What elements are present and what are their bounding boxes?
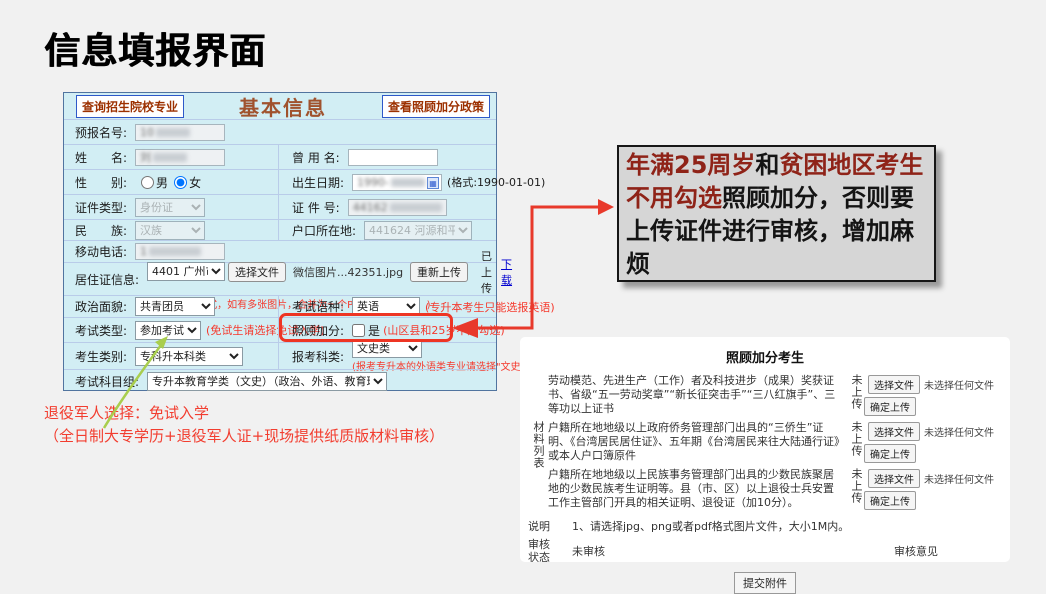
view-bonus-policy-button[interactable]: 查看照顾加分政策 [382, 95, 490, 118]
material-item-3-status: 未上传 [847, 468, 865, 510]
political-select[interactable]: 共青团员 [135, 297, 215, 316]
note-label: 说明 [528, 518, 558, 534]
birth-date-input[interactable]: 1990- ▦ [352, 174, 442, 191]
material-item-3-no-file-text: 未选择任何文件 [924, 471, 994, 486]
material-item-2-text: 户籍所在地地级以上政府侨务管理部门出具的“三侨生”证明、《台湾居民居住证》、五年… [548, 421, 844, 463]
row-category-subject: 考生类别: 专科升本科类 报考科类: 文史类 (报考专升本的外语类专业请选择"文… [64, 342, 496, 369]
gender-female-radio[interactable] [174, 176, 187, 189]
political-label: 政治面貌: [75, 298, 127, 315]
row-pre-reg-no: 预报名号: 10 [64, 119, 496, 144]
residence-reupload-button[interactable]: 重新上传 [410, 262, 468, 282]
id-no-label: 证 件 号: [292, 199, 340, 216]
residence-label: 居住证信息: [75, 271, 139, 288]
material-item-3: 户籍所在地地级以上民族事务管理部门出具的少数民族聚居地的少数民族考生证明等。县（… [548, 468, 1002, 510]
red-arrowhead-right-icon [598, 199, 614, 215]
former-name-input[interactable] [348, 149, 438, 166]
row-residence: 居住证信息: 4401 广州市 选择文件 微信图片...42351.jpg 重新… [64, 262, 496, 295]
material-item-2-upload-button[interactable]: 确定上传 [864, 444, 916, 463]
material-item-1-choose-file-button[interactable]: 选择文件 [868, 375, 920, 394]
residence-upload-status: 已上传 [481, 248, 492, 296]
material-item-3-choose-file-button[interactable]: 选择文件 [868, 469, 920, 488]
note-text: 1、请选择jpg、png或者pdf格式图片文件，大小1M内。 [572, 518, 849, 534]
age-bonus-callout: 年满25周岁和贫困地区考生不用勾选照顾加分，否则要上传证件进行审核，增加麻烦 [617, 145, 936, 282]
row-subject-group: 考试科目组: 专升本教育学类（文史）（政治、外语、教育理论） [64, 369, 496, 392]
material-item-3-text: 户籍所在地地级以上民族事务管理部门出具的少数民族聚居地的少数民族考生证明等。县（… [548, 468, 844, 510]
material-item-2-status: 未上传 [847, 421, 865, 463]
row-name: 姓 名: 刘 曾 用 名: [64, 144, 496, 169]
veteran-note-line2: （全日制大专学历+退役军人证+现场提供纸质版材料审核） [44, 425, 444, 448]
residence-choose-file-button[interactable]: 选择文件 [228, 262, 286, 282]
material-item-1: 劳动模范、先进生产（工作）者及科技进步（成果）奖获证书、省级“五一劳动奖章”“新… [548, 374, 1002, 416]
bonus-checkbox[interactable] [352, 324, 365, 337]
bonus-panel-title: 照顾加分考生 [528, 347, 1002, 366]
name-label: 姓 名: [75, 149, 127, 166]
pre-reg-no-input[interactable]: 10 [135, 124, 225, 141]
material-item-1-upload-button[interactable]: 确定上传 [864, 397, 916, 416]
material-item-2-choose-file-button[interactable]: 选择文件 [868, 422, 920, 441]
gender-female-label: 女 [189, 174, 201, 191]
exam-language-select[interactable]: 英语 [352, 297, 420, 316]
veteran-note: 退役军人选择：免试入学 （全日制大专学历+退役军人证+现场提供纸质版材料审核） [44, 402, 444, 448]
material-item-1-text: 劳动模范、先进生产（工作）者及科技进步（成果）奖获证书、省级“五一劳动奖章”“新… [548, 374, 844, 416]
audit-row: 审核状态 未审核 审核意见 [528, 538, 1002, 564]
mobile-label: 移动电话: [75, 243, 127, 260]
material-list-label: 材料列表 [528, 374, 548, 515]
audit-opinion-label: 审核意见 [894, 543, 938, 559]
candidate-category-label: 考生类别: [75, 348, 127, 365]
veteran-note-line1: 退役军人选择：免试入学 [44, 402, 444, 425]
birth-date-label: 出生日期: [292, 174, 344, 191]
material-item-3-upload-button[interactable]: 确定上传 [864, 491, 916, 510]
row-idtype-idno: 证件类型: 身份证 证 件 号: 44162 [64, 194, 496, 219]
form-title: 基本信息 [239, 92, 327, 121]
exam-subject-group-select[interactable]: 专升本教育学类（文史）（政治、外语、教育理论） [147, 372, 387, 391]
id-type-select[interactable]: 身份证 [135, 198, 205, 217]
exam-type-select[interactable]: 参加考试 [135, 321, 201, 340]
material-item-1-no-file-text: 未选择任何文件 [924, 377, 994, 392]
panel-note-row: 说明 1、请选择jpg、png或者pdf格式图片文件，大小1M内。 [528, 518, 1002, 534]
gender-male-radio[interactable] [141, 176, 154, 189]
bonus-candidates-panel: 照顾加分考生 材料列表 劳动模范、先进生产（工作）者及科技进步（成果）奖获证书、… [520, 337, 1010, 562]
birth-date-hint: (格式:1990-01-01) [447, 174, 545, 190]
bonus-label: 照顾加分: [292, 322, 344, 339]
id-type-label: 证件类型: [75, 199, 127, 216]
form-header: 查询招生院校专业 基本信息 查看照顾加分政策 [64, 93, 496, 119]
audit-status-label: 审核状态 [528, 538, 558, 564]
exam-subject-group-label: 考试科目组: [75, 373, 139, 390]
bonus-checkbox-label: 是 [368, 322, 380, 339]
audit-status-value: 未审核 [572, 543, 605, 559]
subject-category-select[interactable]: 文史类 [352, 339, 422, 358]
name-input[interactable]: 刘 [135, 149, 225, 166]
former-name-label: 曾 用 名: [292, 149, 340, 166]
ethnic-label: 民 族: [75, 222, 127, 239]
query-colleges-button[interactable]: 查询招生院校专业 [76, 95, 184, 118]
bonus-hint: (山区县和25岁不用勾选) [383, 322, 505, 338]
exam-language-hint: (专升本考生只能选报英语) [425, 299, 555, 315]
material-item-1-status: 未上传 [847, 374, 865, 416]
exam-language-label: 考试语种: [292, 298, 344, 315]
subject-category-label: 报考科类: [292, 348, 344, 365]
submit-attachments-button[interactable]: 提交附件 [734, 572, 796, 594]
exam-type-label: 考试类型: [75, 322, 127, 339]
pre-reg-no-label: 预报名号: [75, 124, 127, 141]
gender-label: 性 别: [75, 174, 127, 191]
candidate-category-select[interactable]: 专科升本科类 [135, 347, 243, 366]
residence-download-link[interactable]: 下载 [501, 256, 512, 288]
basic-info-form: 查询招生院校专业 基本信息 查看照顾加分政策 预报名号: 10 姓 名: 刘 曾… [63, 92, 497, 391]
row-gender-birth: 性 别: 男 女 出生日期: 1990- ▦ (格式:1990-01-01) [64, 169, 496, 194]
residence-region-select[interactable]: 4401 广州市 [147, 262, 225, 281]
ethnic-select[interactable]: 汉族 [135, 221, 205, 240]
callout-seg2: 和 [755, 151, 779, 179]
household-label: 户口所在地: [292, 222, 356, 239]
residence-file-name: 微信图片...42351.jpg [293, 264, 403, 280]
gender-male-label: 男 [156, 174, 168, 191]
material-item-2-no-file-text: 未选择任何文件 [924, 424, 994, 439]
household-select[interactable]: 441624 河源和平 [364, 221, 472, 240]
calendar-icon[interactable]: ▦ [427, 177, 439, 189]
row-political-language: 政治面貌: 共青团员 考试语种: 英语 (专升本考生只能选报英语) [64, 295, 496, 317]
callout-seg1: 年满25周岁 [626, 151, 755, 179]
material-item-2: 户籍所在地地级以上政府侨务管理部门出具的“三侨生”证明、《台湾居民居住证》、五年… [548, 421, 1002, 463]
row-ethnic-household: 民 族: 汉族 户口所在地: 441624 河源和平 [64, 219, 496, 240]
id-no-input[interactable]: 44162 [348, 199, 447, 216]
page-title: 信息填报界面 [44, 22, 266, 74]
